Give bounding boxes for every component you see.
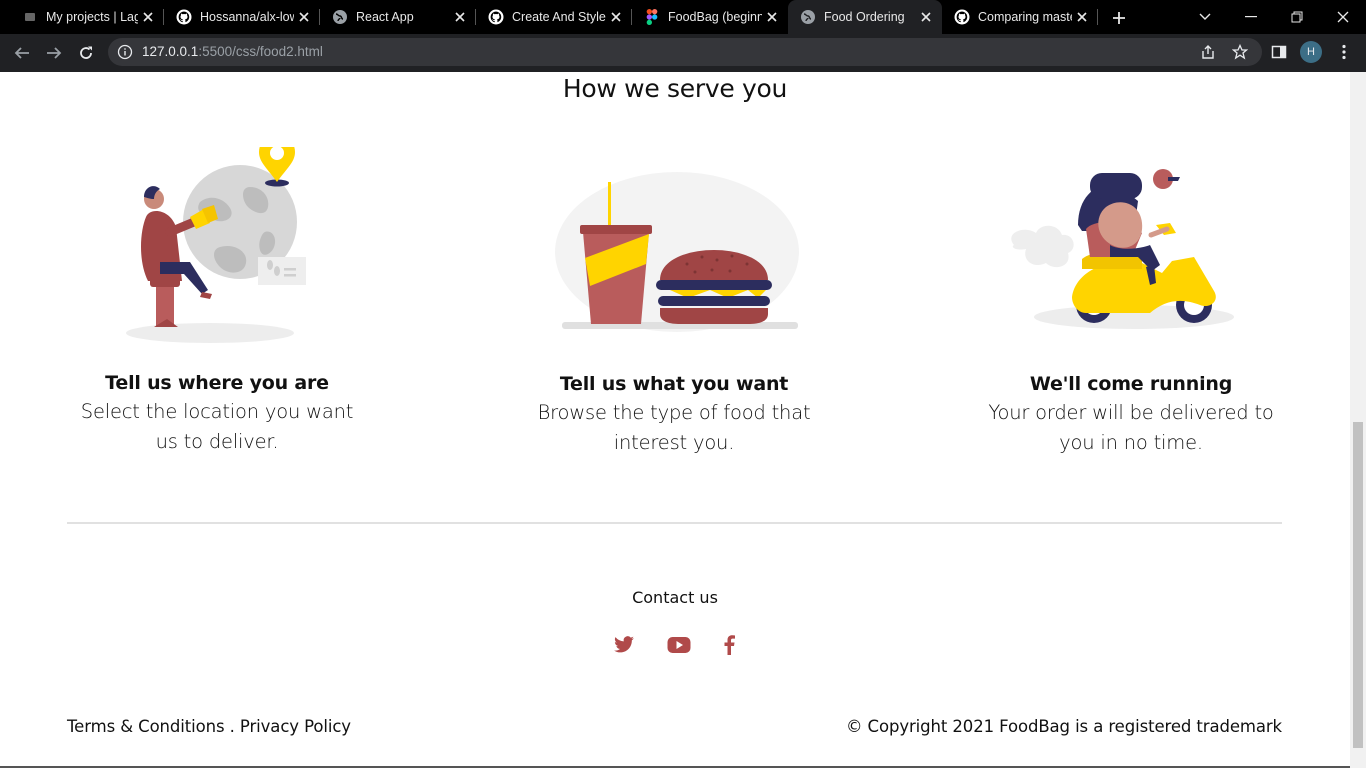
tab-title: Hossanna/alx-low: [200, 10, 294, 24]
feature-desc-line1: Browse the type of food that: [537, 401, 811, 424]
globe-icon: [332, 9, 348, 25]
github-icon: [954, 9, 970, 25]
address-bar[interactable]: 127.0.0.1:5500/css/food2.html: [108, 38, 1262, 66]
close-icon[interactable]: [1072, 7, 1092, 27]
tab-search-chevron-icon[interactable]: [1182, 0, 1228, 34]
tab-create-and-style[interactable]: Create And Style: [476, 0, 632, 34]
feature-delivery: We'll come running Your order will be de…: [966, 373, 1296, 458]
close-icon[interactable]: [450, 7, 470, 27]
url-text: 127.0.0.1:5500/css/food2.html: [142, 44, 323, 59]
tab-title: Comparing maste: [978, 10, 1072, 24]
tab-title: FoodBag (beginn: [668, 10, 762, 24]
tab-food-ordering[interactable]: Food Ordering: [788, 0, 942, 34]
menu-kebab-icon[interactable]: [1332, 40, 1356, 64]
section-heading: How we serve you: [562, 74, 788, 103]
tab-comparing[interactable]: Comparing maste: [942, 0, 1098, 34]
feature-desc-line2: you in no time.: [1059, 431, 1203, 454]
side-panel-icon[interactable]: [1267, 40, 1291, 64]
share-icon[interactable]: [1196, 40, 1220, 64]
feature-desc-line2: us to deliver.: [155, 430, 279, 453]
food-illustration: [555, 172, 799, 332]
feature-desc-line2: interest you.: [613, 431, 735, 454]
globe-icon: [800, 9, 816, 25]
close-icon[interactable]: [294, 7, 314, 27]
feature-desc-line1: Your order will be delivered to: [988, 401, 1274, 424]
figma-icon: [644, 9, 660, 25]
page-viewport: How we serve you Tell us where you are S…: [0, 72, 1350, 768]
twitter-icon[interactable]: [612, 633, 636, 657]
feature-food: Tell us what you want Browse the type of…: [509, 373, 839, 458]
tab-strip: My projects | Lag Hossanna/alx-low React…: [0, 0, 1366, 34]
footer-links[interactable]: Terms & Conditions . Privacy Policy: [67, 717, 351, 736]
reload-icon[interactable]: [72, 39, 100, 67]
tab-my-projects[interactable]: My projects | Lag: [0, 0, 164, 34]
tab-hossanna[interactable]: Hossanna/alx-low: [164, 0, 320, 34]
tab-title: Create And Style: [512, 10, 606, 24]
github-icon: [176, 9, 192, 25]
page-scrollbar[interactable]: [1350, 72, 1366, 768]
tab-title: React App: [356, 10, 414, 24]
feature-location: Tell us where you are Select the locatio…: [52, 372, 382, 457]
close-icon[interactable]: [916, 7, 936, 27]
forward-arrow-icon[interactable]: [40, 39, 68, 67]
generic-icon: [22, 9, 38, 25]
site-info-icon[interactable]: [117, 44, 133, 60]
profile-avatar[interactable]: H: [1300, 41, 1322, 63]
location-illustration: [126, 147, 306, 343]
tab-title: Food Ordering: [824, 10, 905, 24]
window-close-icon[interactable]: [1320, 0, 1366, 34]
back-arrow-icon[interactable]: [8, 39, 36, 67]
bookmark-star-icon[interactable]: [1228, 40, 1252, 64]
tab-foodbag[interactable]: FoodBag (beginn: [632, 0, 788, 34]
close-icon[interactable]: [138, 7, 158, 27]
feature-title: Tell us where you are: [105, 372, 329, 394]
restore-icon[interactable]: [1274, 0, 1320, 34]
facebook-icon[interactable]: [717, 633, 741, 657]
new-tab-button[interactable]: [1108, 7, 1130, 29]
scrollbar-thumb[interactable]: [1353, 422, 1363, 748]
tab-title: My projects | Lag: [46, 10, 138, 24]
url-host: 127.0.0.1: [142, 44, 199, 59]
feature-title: Tell us what you want: [559, 373, 789, 395]
delivery-illustration: [1011, 169, 1234, 329]
url-path: :5500/css/food2.html: [198, 44, 323, 59]
youtube-icon[interactable]: [667, 633, 691, 657]
contact-title: Contact us: [632, 588, 718, 607]
tab-react-app[interactable]: React App: [320, 0, 476, 34]
close-icon[interactable]: [606, 7, 626, 27]
feature-title: We'll come running: [1029, 373, 1233, 395]
feature-desc-line1: Select the location you want: [80, 400, 354, 423]
minimize-icon[interactable]: [1228, 0, 1274, 34]
github-icon: [488, 9, 504, 25]
close-icon[interactable]: [762, 7, 782, 27]
footer-copyright: © Copyright 2021 FoodBag is a registered…: [846, 717, 1282, 736]
section-divider: [67, 522, 1282, 524]
